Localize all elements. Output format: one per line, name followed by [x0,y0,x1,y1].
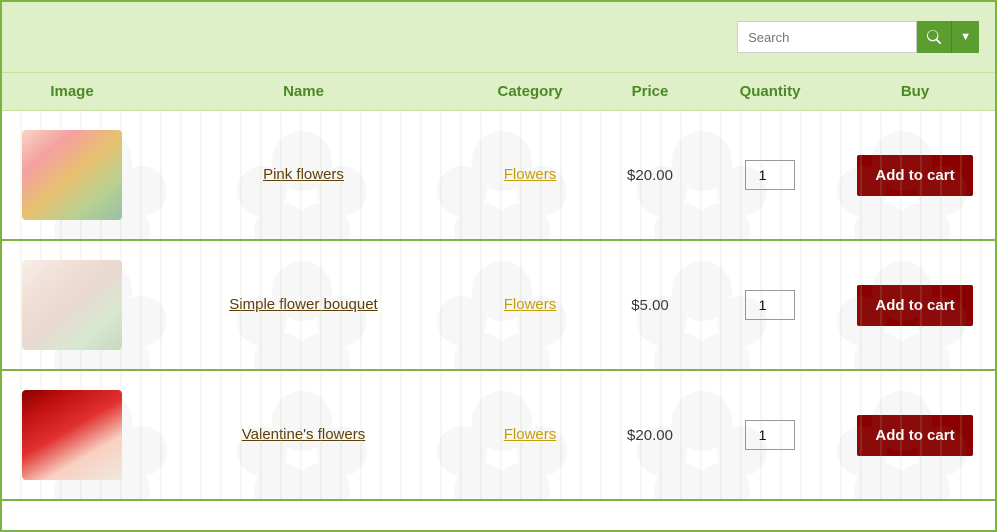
product-name-link[interactable]: Simple flower bouquet [229,296,377,313]
col-category: Category [465,83,595,100]
add-to-cart-cell: Add to cart [835,285,995,326]
col-image: Image [2,83,142,100]
product-price: $20.00 [595,167,705,184]
product-name-cell: Pink flowers [142,156,465,194]
product-image [22,130,122,220]
product-image-cell [2,120,142,230]
quantity-input[interactable] [745,420,795,450]
product-category-cell: Flowers [465,426,595,444]
product-price: $20.00 [595,427,705,444]
col-price: Price [595,83,705,100]
add-to-cart-button[interactable]: Add to cart [857,155,972,196]
product-quantity-cell [705,160,835,190]
product-name-link[interactable]: Valentine's flowers [242,426,365,443]
col-name: Name [142,83,465,100]
product-image-cell [2,380,142,490]
table-row: Valentine's flowers Flowers $20.00 Add t… [2,371,995,501]
chevron-down-icon: ▼ [960,31,971,43]
col-buy: Buy [835,83,995,100]
product-price: $5.00 [595,297,705,314]
product-category-link[interactable]: Flowers [504,166,557,183]
search-icon [927,30,941,44]
header: ▼ [2,2,995,72]
product-name-cell: Valentine's flowers [142,416,465,454]
product-quantity-cell [705,290,835,320]
add-to-cart-cell: Add to cart [835,155,995,196]
product-name-cell: Simple flower bouquet [142,286,465,324]
quantity-input[interactable] [745,160,795,190]
table-row: Pink flowers Flowers $20.00 Add to cart [2,111,995,241]
product-name-link[interactable]: Pink flowers [263,166,344,183]
table-header: Image Name Category Price Quantity Buy [2,72,995,111]
product-quantity-cell [705,420,835,450]
product-image [22,390,122,480]
quantity-input[interactable] [745,290,795,320]
product-category-link[interactable]: Flowers [504,426,557,443]
search-dropdown-button[interactable]: ▼ [951,21,979,53]
col-quantity: Quantity [705,83,835,100]
product-category-cell: Flowers [465,166,595,184]
add-to-cart-button[interactable]: Add to cart [857,415,972,456]
search-wrapper: ▼ [737,21,979,53]
search-button[interactable] [917,21,951,53]
add-to-cart-button[interactable]: Add to cart [857,285,972,326]
product-category-link[interactable]: Flowers [504,296,557,313]
add-to-cart-cell: Add to cart [835,415,995,456]
product-image-cell [2,250,142,360]
product-image [22,260,122,350]
search-input[interactable] [737,21,917,53]
table-row: Simple flower bouquet Flowers $5.00 Add … [2,241,995,371]
product-category-cell: Flowers [465,296,595,314]
